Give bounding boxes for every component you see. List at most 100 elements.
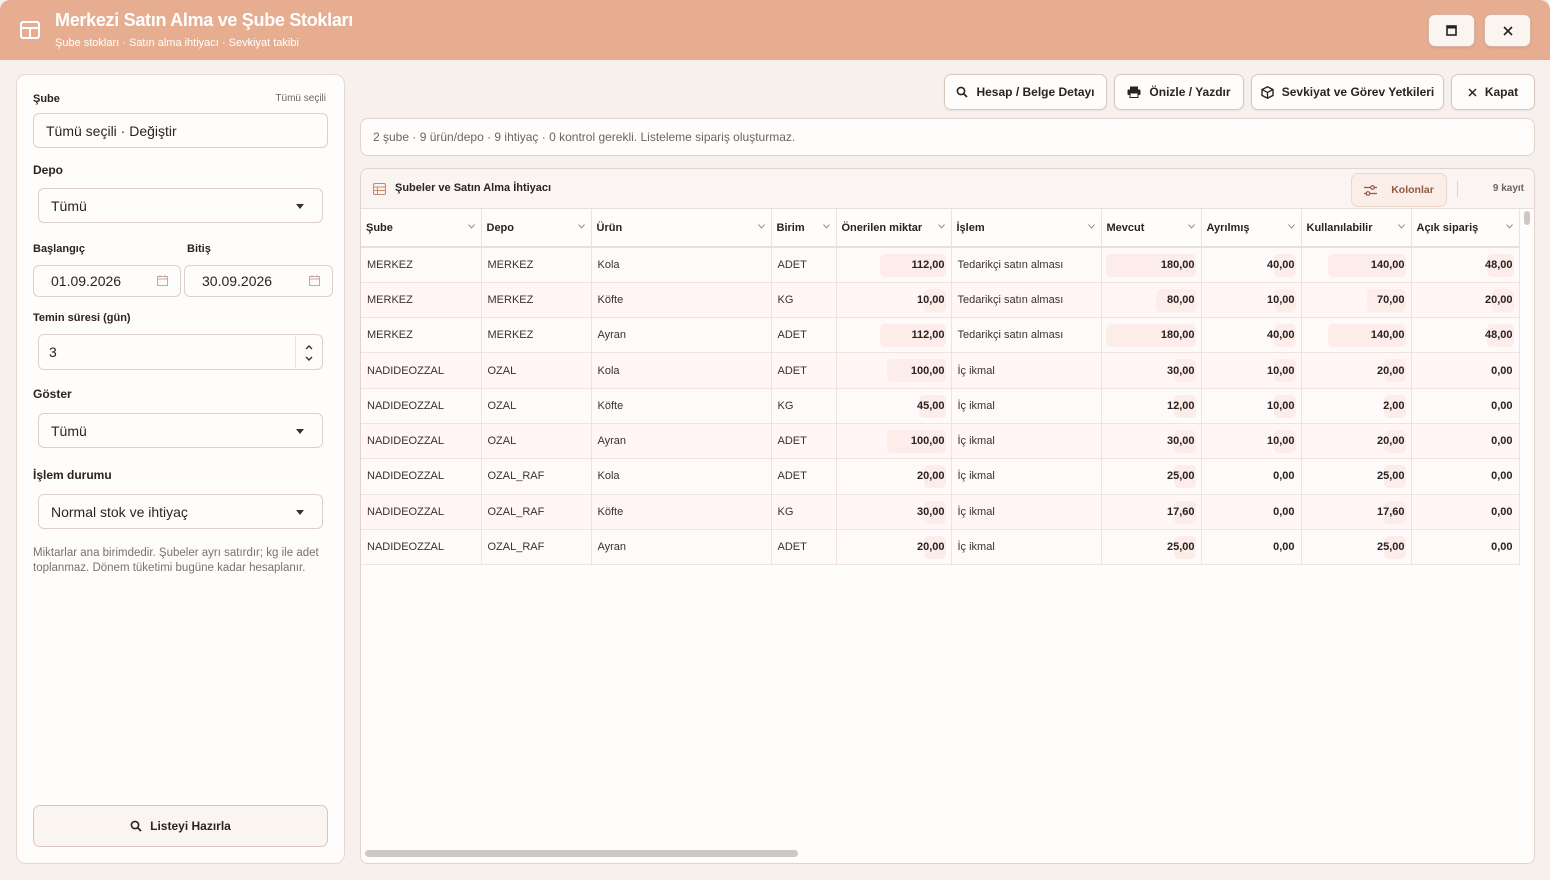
calendar-icon: [157, 275, 168, 286]
cell-value: 17,60: [1376, 505, 1405, 518]
cell-value: ADET: [777, 329, 807, 342]
table-row[interactable]: MERKEZ MERKEZ Ayran ADET 112,00 Tedarikçi sat…: [361, 317, 1520, 354]
sort-chevron-icon[interactable]: [1505, 224, 1513, 229]
cell-value: 112,00: [911, 329, 945, 342]
cell-value: NADIDEOZZAL: [367, 399, 445, 412]
table-header-row: Şube Depo Ürün Birim Önerilen miktar İşlem Mev…: [361, 209, 1520, 248]
table-cell: MERKEZ: [361, 282, 482, 319]
print-preview-button[interactable]: Önizle / Yazdır: [1114, 74, 1244, 110]
table-row[interactable]: NADIDEOZZAL OZAL_RAF Köfte KG 30,00 İç ikmal 1…: [361, 494, 1520, 530]
filter-panel: Şube Tümü seçili Tümü seçili · Değiştir …: [16, 74, 345, 864]
cell-value: Kola: [597, 470, 620, 483]
column-header-label: Mevcut: [1106, 221, 1145, 234]
columns-button[interactable]: Kolonlar: [1351, 173, 1447, 207]
column-header[interactable]: Ürün: [591, 209, 772, 248]
column-header[interactable]: Açık sipariş: [1411, 209, 1520, 248]
maximize-button[interactable]: [1428, 14, 1475, 47]
table-cell: 30,00: [1101, 423, 1202, 460]
cell-value: 0,00: [1491, 505, 1513, 518]
close-icon: [1468, 87, 1477, 97]
table-cell: Kola: [591, 458, 772, 495]
cell-value: 140,00: [1370, 329, 1405, 342]
account-detail-button[interactable]: Hesap / Belge Detayı: [944, 74, 1107, 110]
table-cell: 10,00: [1201, 282, 1302, 319]
end-date-value: 30.09.2026: [202, 273, 273, 289]
table-cell: OZAL: [481, 352, 592, 389]
cell-value: NADIDEOZZAL: [367, 541, 445, 554]
cell-value: NADIDEOZZAL: [367, 435, 445, 448]
cell-value: 30,00: [1166, 435, 1195, 448]
cell-value: 20,00: [916, 470, 945, 483]
table-row[interactable]: NADIDEOZZAL OZAL Kola ADET 100,00 İç ikmal 30,…: [361, 352, 1520, 389]
table-cell: 0,00: [1411, 423, 1520, 460]
sort-chevron-icon[interactable]: [937, 224, 945, 229]
table-row[interactable]: MERKEZ MERKEZ Kola ADET 112,00 Tedarikçi satı…: [361, 247, 1520, 283]
table-cell: 112,00: [836, 247, 952, 283]
column-header[interactable]: Kullanılabilir: [1301, 209, 1412, 248]
cell-value: OZAL: [487, 435, 517, 448]
horizontal-scrollbar[interactable]: [365, 850, 798, 857]
table-row[interactable]: NADIDEOZZAL OZAL_RAF Kola ADET 20,00 İç ikmal…: [361, 458, 1520, 495]
table-cell: 112,00: [836, 317, 952, 354]
warehouse-dropdown[interactable]: Tümü: [38, 188, 323, 223]
branch-selector[interactable]: Tümü seçili · Değiştir: [33, 113, 328, 148]
table-cell: 25,00: [1101, 529, 1202, 566]
table-cell: 0,00: [1411, 352, 1520, 389]
cell-value: 0,00: [1491, 435, 1513, 448]
start-date-input[interactable]: 01.09.2026: [33, 265, 181, 297]
table-cell: 70,00: [1301, 282, 1412, 319]
start-date-value: 01.09.2026: [51, 273, 122, 289]
column-header[interactable]: Birim: [771, 209, 837, 248]
table-cell: Kola: [591, 247, 772, 283]
table-cell: Köfte: [591, 494, 772, 530]
cell-value: 0,00: [1273, 470, 1295, 483]
cell-value: İç ikmal: [957, 470, 995, 483]
table-row[interactable]: NADIDEOZZAL OZAL_RAF Ayran ADET 20,00 İç ikma…: [361, 529, 1520, 566]
table-row[interactable]: NADIDEOZZAL OZAL Köfte KG 45,00 İç ikmal 12,00…: [361, 388, 1520, 424]
close-window-button[interactable]: [1484, 14, 1531, 47]
end-date-input[interactable]: 30.09.2026: [184, 265, 333, 297]
sort-chevron-icon[interactable]: [757, 224, 765, 229]
column-header-label: Ayrılmış: [1206, 221, 1250, 234]
sort-chevron-icon[interactable]: [577, 224, 585, 229]
sort-chevron-icon[interactable]: [1397, 224, 1405, 229]
lead-time-stepper[interactable]: 3: [38, 334, 323, 370]
cell-value: 180,00: [1160, 258, 1195, 271]
column-header[interactable]: Mevcut: [1101, 209, 1202, 248]
lead-time-value: 3: [49, 344, 57, 360]
sort-chevron-icon[interactable]: [1087, 224, 1095, 229]
column-header[interactable]: Şube: [361, 209, 482, 248]
cell-value: Tedarikçi satın alması: [957, 258, 1064, 271]
chevron-down-icon[interactable]: [305, 356, 313, 362]
sort-chevron-icon[interactable]: [822, 224, 830, 229]
status-dropdown[interactable]: Normal stok ve ihtiyaç: [38, 494, 323, 529]
show-dropdown[interactable]: Tümü: [38, 413, 323, 448]
cell-value: Ayran: [597, 541, 627, 554]
table-row[interactable]: NADIDEOZZAL OZAL Ayran ADET 100,00 İç ikmal 30…: [361, 423, 1520, 460]
chevron-up-icon[interactable]: [305, 344, 313, 350]
sort-chevron-icon[interactable]: [1187, 224, 1195, 229]
column-header[interactable]: Depo: [481, 209, 592, 248]
shipment-permissions-button[interactable]: Sevkiyat ve Görev Yetkileri: [1251, 74, 1444, 110]
sort-chevron-icon[interactable]: [467, 224, 475, 229]
table-cell: 30,00: [1101, 352, 1202, 389]
column-header[interactable]: Ayrılmış: [1201, 209, 1302, 248]
column-header[interactable]: İşlem: [951, 209, 1102, 248]
table-cell: 48,00: [1411, 247, 1520, 283]
table-cell: 20,00: [1411, 282, 1520, 319]
maximize-icon: [1446, 25, 1457, 36]
app-window: Merkezi Satın Alma ve Şube Stokları Şube…: [0, 0, 1550, 880]
close-button[interactable]: Kapat: [1451, 74, 1535, 110]
cell-value: 30,00: [1166, 364, 1195, 377]
stepper-controls[interactable]: [295, 336, 321, 370]
table-row[interactable]: MERKEZ MERKEZ Köfte KG 10,00 Tedarikçi satın …: [361, 282, 1520, 319]
prepare-list-button[interactable]: Listeyi Hazırla: [33, 805, 328, 847]
sort-chevron-icon[interactable]: [1287, 224, 1295, 229]
table-cell: 0,00: [1411, 458, 1520, 495]
cell-value: Köfte: [597, 399, 624, 412]
calendar-icon: [309, 275, 320, 286]
table-cell: 0,00: [1201, 529, 1302, 566]
vertical-scrollbar[interactable]: [1524, 211, 1530, 225]
cell-value: 140,00: [1370, 258, 1405, 271]
column-header[interactable]: Önerilen miktar: [836, 209, 952, 248]
